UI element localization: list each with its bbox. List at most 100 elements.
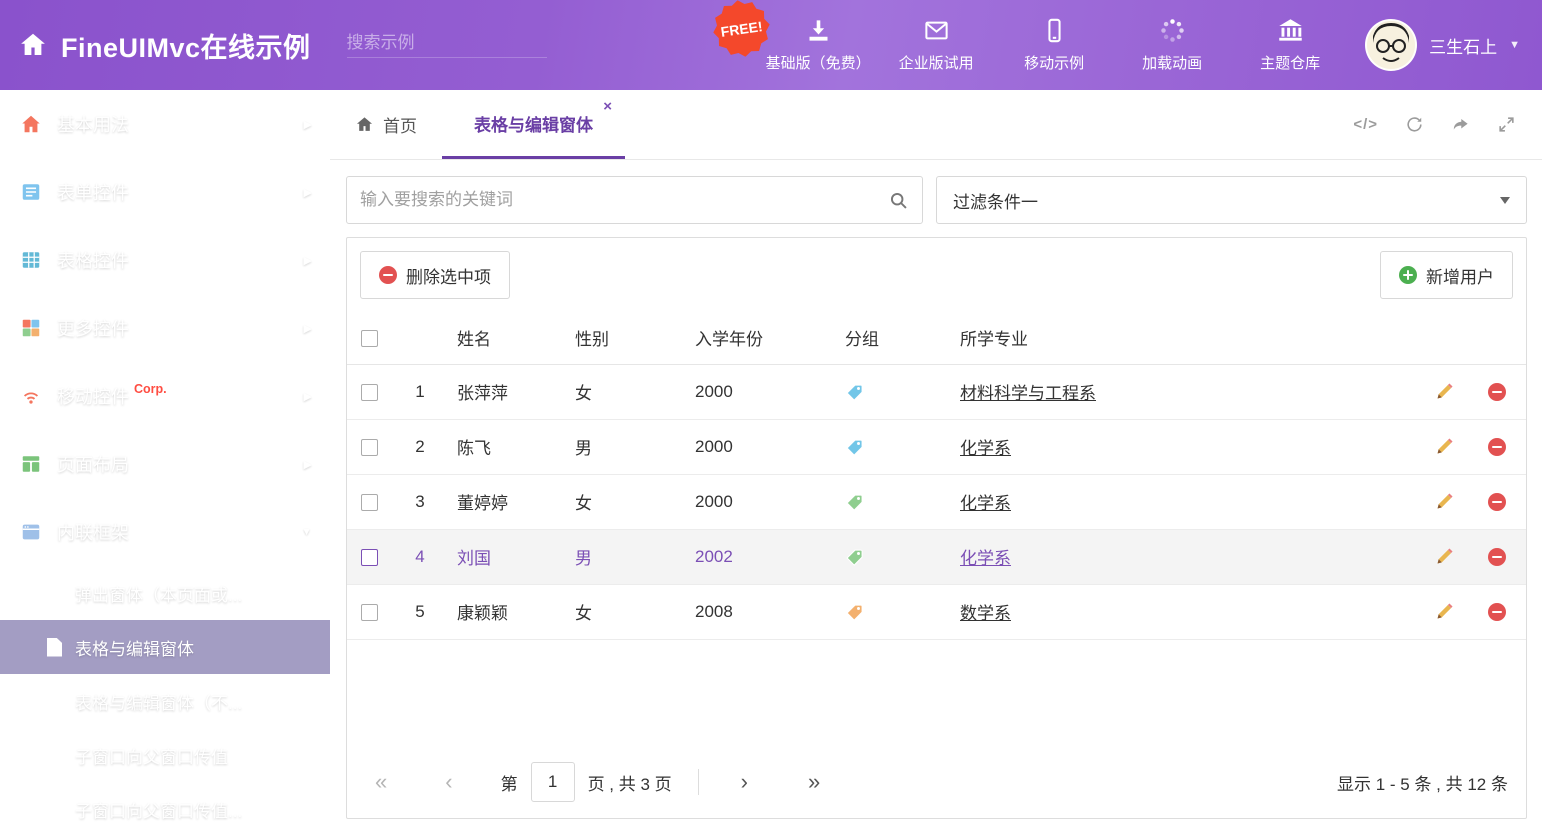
cubes-icon (20, 317, 42, 339)
keyword-search-input[interactable] (360, 190, 888, 210)
app-logo[interactable]: FineUIMvc在线示例 (18, 26, 311, 65)
cell-gender: 男 (563, 529, 683, 584)
keyword-search-box (346, 176, 923, 224)
column-header-major: 所学专业 (948, 312, 1420, 364)
sidebar-subitem-child-to-parent-2[interactable]: 子窗口向父窗口传值... (0, 782, 330, 835)
row-checkbox[interactable] (361, 439, 378, 456)
tab-label: 表格与编辑窗体 (474, 111, 593, 136)
user-menu[interactable]: 三生石上 ▼ (1365, 19, 1520, 71)
major-link[interactable]: 化学系 (960, 439, 1011, 458)
source-code-button[interactable]: </> (1353, 116, 1378, 133)
delete-row-icon[interactable] (1488, 493, 1506, 511)
next-page-button[interactable]: › (741, 771, 748, 793)
share-icon (1451, 115, 1470, 134)
sidebar-subitem-child-to-parent[interactable]: 子窗口向父窗口传值 (0, 728, 330, 782)
cell-name: 张萍萍 (445, 364, 563, 419)
edit-pencil-icon[interactable] (1434, 382, 1454, 402)
frame-icon (20, 521, 42, 543)
sidebar-item-more-controls[interactable]: 更多控件 ▶ (0, 294, 330, 362)
tab-grid-edit-window[interactable]: 表格与编辑窗体 × (442, 90, 625, 159)
sidebar-subitem-label: 弹出窗体（本页面或... (75, 581, 242, 606)
nav-label: 移动示例 (1024, 52, 1084, 73)
edit-pencil-icon[interactable] (1434, 437, 1454, 457)
nav-item-theme-repo[interactable]: 主题仓库 (1231, 0, 1349, 90)
table-header-row: 姓名 性别 入学年份 分组 所学专业 (347, 312, 1526, 364)
last-page-button[interactable]: » (808, 771, 820, 793)
sidebar-item-table-controls[interactable]: 表格控件 ▶ (0, 226, 330, 294)
sidebar-subitem-popup-window[interactable]: 弹出窗体（本页面或... (0, 566, 330, 620)
sidebar-item-basic-usage[interactable]: 基本用法 ▶ (0, 90, 330, 158)
column-header-group: 分组 (833, 312, 948, 364)
page-number-input[interactable] (531, 762, 575, 802)
sidebar-subitem-grid-edit-window-2[interactable]: 表格与编辑窗体（不... (0, 674, 330, 728)
prev-page-button[interactable]: ‹ (445, 771, 452, 793)
sidebar-item-mobile-controls[interactable]: 移动控件 Corp. ▶ (0, 362, 330, 430)
major-link[interactable]: 材料科学与工程系 (960, 384, 1096, 403)
cell-year: 2000 (683, 364, 833, 419)
search-button[interactable] (888, 190, 909, 211)
nav-item-loading-animation[interactable]: 加载动画 (1113, 0, 1231, 90)
row-index: 4 (395, 529, 445, 584)
edit-pencil-icon[interactable] (1434, 602, 1454, 622)
column-header-delete (1468, 312, 1526, 364)
refresh-button[interactable] (1405, 115, 1424, 134)
nav-item-mobile-demo[interactable]: 移动示例 (995, 0, 1113, 90)
delete-row-icon[interactable] (1488, 383, 1506, 401)
envelope-icon (923, 17, 950, 44)
nav-label: 主题仓库 (1260, 52, 1320, 73)
sidebar-subitem-grid-edit-window[interactable]: 表格与编辑窗体 (0, 620, 330, 674)
tab-home[interactable]: 首页 (330, 90, 442, 159)
grid-panel: 删除选中项 新增用户 姓名 性别 (346, 237, 1527, 819)
sidebar-item-label: 内联框架 (57, 519, 129, 545)
file-icon (47, 584, 62, 603)
filter-dropdown[interactable]: 过滤条件一 (936, 176, 1527, 224)
first-page-button[interactable]: « (375, 771, 387, 793)
table-row[interactable]: 1 张萍萍 女 2000 材料科学与工程系 (347, 364, 1526, 419)
table-row[interactable]: 5 康颖颖 女 2008 数学系 (347, 584, 1526, 639)
file-icon (47, 746, 62, 765)
maximize-button[interactable] (1497, 115, 1516, 134)
major-link[interactable]: 数学系 (960, 604, 1011, 623)
major-link[interactable]: 化学系 (960, 494, 1011, 513)
sidebar-item-label: 移动控件 (57, 383, 129, 409)
home-logo-icon (18, 30, 48, 60)
minus-circle-icon (379, 266, 397, 284)
edit-pencil-icon[interactable] (1434, 547, 1454, 567)
delete-selected-button[interactable]: 删除选中项 (360, 251, 510, 299)
header-search (347, 32, 547, 58)
sidebar-item-inline-frame[interactable]: 内联框架 ▼ (0, 498, 330, 566)
sidebar-item-label: 表单控件 (57, 179, 129, 205)
form-icon (20, 181, 42, 203)
spinner-icon (1159, 17, 1186, 44)
add-user-button[interactable]: 新增用户 (1380, 251, 1513, 299)
sidebar-item-form-controls[interactable]: 表单控件 ▶ (0, 158, 330, 226)
pager-divider (698, 769, 699, 795)
header-search-input[interactable] (347, 33, 568, 53)
table-row[interactable]: 2 陈飞 男 2000 化学系 (347, 419, 1526, 474)
table-row[interactable]: 3 董婷婷 女 2000 化学系 (347, 474, 1526, 529)
row-checkbox[interactable] (361, 549, 378, 566)
nav-item-basic-free[interactable]: FREE! 基础版（免费） (759, 0, 877, 90)
sidebar-item-page-layout[interactable]: 页面布局 ▶ (0, 430, 330, 498)
row-checkbox[interactable] (361, 604, 378, 621)
share-button[interactable] (1451, 115, 1470, 134)
column-header-gender: 性别 (563, 312, 683, 364)
table-icon (20, 249, 42, 271)
cell-name: 陈飞 (445, 419, 563, 474)
edit-pencil-icon[interactable] (1434, 492, 1454, 512)
expand-icon (1497, 115, 1516, 134)
chevron-right-icon: ▶ (304, 390, 312, 403)
select-all-checkbox[interactable] (361, 330, 378, 347)
button-label: 新增用户 (1426, 263, 1494, 288)
row-checkbox[interactable] (361, 494, 378, 511)
delete-row-icon[interactable] (1488, 438, 1506, 456)
major-link[interactable]: 化学系 (960, 549, 1011, 568)
nav-item-enterprise-trial[interactable]: 企业版试用 (877, 0, 995, 90)
table-row-selected[interactable]: 4 刘国 男 2002 化学系 (347, 529, 1526, 584)
delete-row-icon[interactable] (1488, 548, 1506, 566)
column-header-index (395, 312, 445, 364)
delete-row-icon[interactable] (1488, 603, 1506, 621)
close-icon[interactable]: × (603, 99, 612, 114)
row-checkbox[interactable] (361, 384, 378, 401)
record-summary: 显示 1 - 5 条 , 共 12 条 (1337, 770, 1508, 795)
